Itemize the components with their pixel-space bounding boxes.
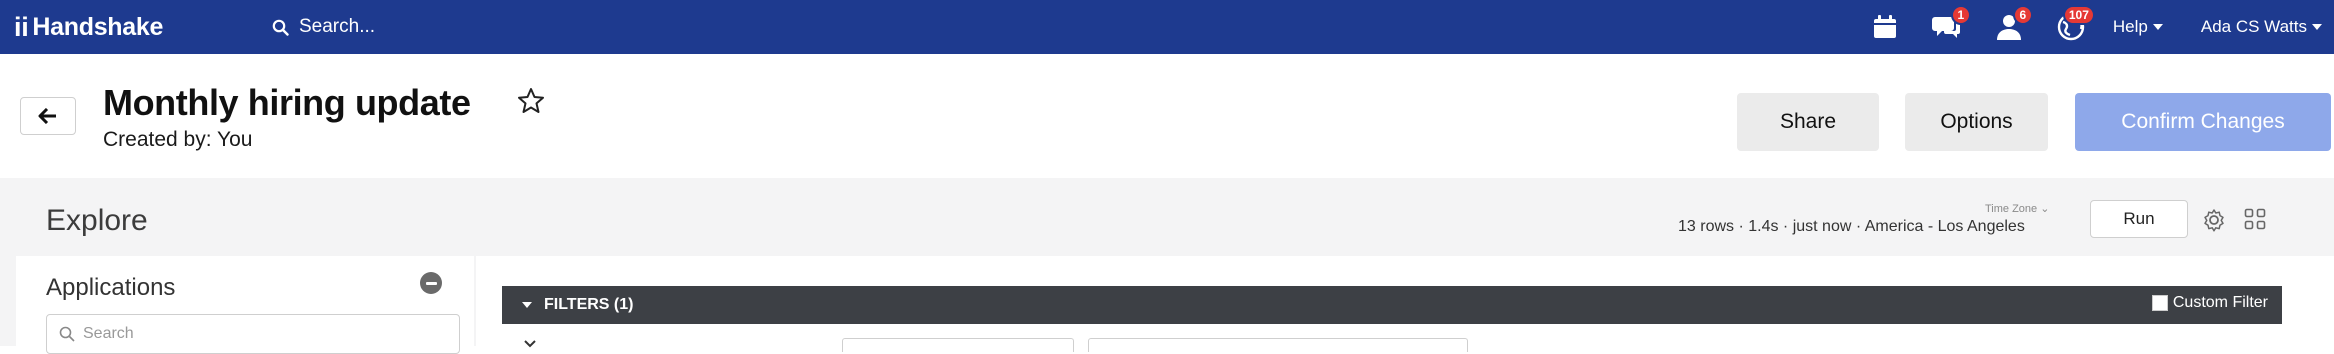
gear-icon[interactable] xyxy=(2202,208,2226,237)
filters-header[interactable]: FILTERS (1) Custom Filter xyxy=(502,286,2282,324)
chevron-down-icon[interactable] xyxy=(524,340,536,348)
user-menu[interactable]: Ada CS Watts xyxy=(2201,17,2322,37)
globe-badge: 107 xyxy=(2062,5,2095,25)
created-by: Created by: You xyxy=(103,128,253,151)
options-button[interactable]: Options xyxy=(1905,93,2048,151)
custom-filter-toggle[interactable]: Custom Filter xyxy=(2151,294,2268,312)
search-icon xyxy=(59,326,75,342)
query-status: 13 rows · 1.4s · just now · America - Lo… xyxy=(1678,218,2025,235)
messages-icon[interactable]: 1 xyxy=(1927,5,1971,47)
messages-badge: 1 xyxy=(1950,5,1971,25)
arrow-left-icon xyxy=(38,108,56,124)
field-picker: Applications Search xyxy=(16,256,474,354)
back-button[interactable] xyxy=(20,97,76,135)
globe-icon[interactable]: 107 xyxy=(2051,5,2095,47)
chevron-down-icon xyxy=(2152,24,2163,30)
top-nav: ii Handshake Search... 1 6 107 Help Ada … xyxy=(0,0,2334,54)
field-search-input[interactable]: Search xyxy=(46,314,460,354)
field-search-placeholder: Search xyxy=(83,325,134,342)
page-title: Monthly hiring update xyxy=(103,82,471,123)
calendar-icon[interactable] xyxy=(1865,7,1905,47)
share-button[interactable]: Share xyxy=(1737,93,1879,151)
search-icon xyxy=(272,19,289,36)
filters-label: FILTERS (1) xyxy=(544,296,634,313)
custom-filter-checkbox[interactable] xyxy=(2151,295,2168,311)
explore-title: Explore xyxy=(46,204,148,237)
filter-value-input[interactable] xyxy=(1088,338,1468,352)
confirm-changes-button[interactable]: Confirm Changes xyxy=(2075,93,2331,151)
run-button[interactable]: Run xyxy=(2090,200,2188,238)
help-menu[interactable]: Help xyxy=(2113,17,2163,37)
chevron-down-icon xyxy=(2312,24,2322,30)
handshake-logo[interactable]: ii Handshake xyxy=(14,12,163,42)
custom-filter-label: Custom Filter xyxy=(2172,294,2268,311)
help-label: Help xyxy=(2112,17,2148,36)
explore-name: Applications xyxy=(46,274,176,301)
time-zone-select[interactable]: Time Zone ⌄ xyxy=(1985,202,2049,215)
search-placeholder: Search... xyxy=(299,16,376,37)
brand-name: Handshake xyxy=(32,12,164,41)
global-search[interactable]: Search... xyxy=(272,12,375,42)
grid-icon[interactable] xyxy=(2244,208,2266,235)
caret-down-icon xyxy=(522,302,532,308)
people-badge: 6 xyxy=(2012,5,2033,25)
time-zone-label: Time Zone xyxy=(1985,203,2038,215)
user-name: Ada CS Watts xyxy=(2200,17,2307,36)
filter-operator-select[interactable] xyxy=(842,338,1074,352)
results-panel: FILTERS (1) Custom Filter xyxy=(476,256,2334,352)
people-icon[interactable]: 6 xyxy=(1989,5,2033,47)
chevron-down-icon: ⌄ xyxy=(2040,203,2050,215)
star-icon[interactable] xyxy=(516,86,546,121)
explore-area: Explore Time Zone ⌄ 13 rows · 1.4s · jus… xyxy=(0,178,2334,354)
collapse-icon[interactable] xyxy=(420,272,442,294)
handshake-logo-icon: ii xyxy=(14,11,29,42)
